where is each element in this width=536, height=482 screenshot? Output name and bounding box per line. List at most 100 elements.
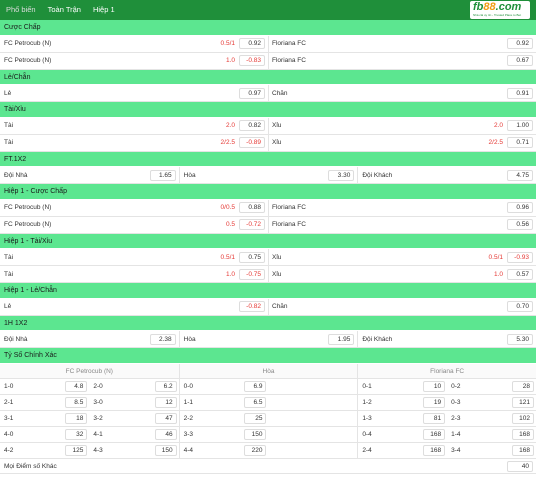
odds-button[interactable]: 0.57 (507, 268, 533, 280)
odds-button[interactable]: 0.70 (507, 301, 533, 312)
odds-button[interactable]: 168 (511, 445, 534, 457)
odds-button[interactable]: 10 (423, 380, 446, 392)
odds-button[interactable]: 0.91 (507, 87, 533, 99)
market-row: Tài 0.5/1 0.75 Xỉu 0.5/1 -0.93 (0, 249, 536, 266)
correct-score-group: 1-1 6.5 (178, 394, 358, 410)
odds-button[interactable]: 121 (511, 396, 534, 408)
odds-button[interactable]: -0.89 (239, 137, 265, 148)
odds-button[interactable]: 4.8 (65, 380, 88, 392)
market-row: FC Petrocub (N) 0.5 -0.72 Floriana FC 0.56 (0, 216, 536, 234)
odds-button[interactable]: 0.92 (239, 38, 265, 49)
odds-button[interactable]: 220 (244, 445, 267, 457)
score-cell: 2-2 25 (180, 411, 269, 426)
odds-button[interactable]: 5.30 (506, 333, 533, 345)
odds-button[interactable]: 6.2 (154, 380, 177, 392)
odds-button[interactable]: 4.75 (506, 169, 533, 181)
score-cell (268, 395, 357, 410)
selection-name: Lẻ (4, 89, 12, 97)
score-cell: 3-0 12 (89, 395, 178, 410)
section-header-h1_oddeven[interactable]: Hiệp 1 - Lẻ/Chẵn (0, 283, 536, 299)
odds-button[interactable]: 0.71 (507, 137, 533, 148)
handicap-line: 2.0 (493, 122, 503, 129)
correct-score-group: 0-4 168 1-4 168 (357, 427, 536, 443)
odds-button[interactable]: 2.38 (149, 333, 176, 345)
score-label: 4-2 (4, 447, 14, 455)
score-cell (268, 427, 357, 442)
odds-button[interactable]: 0.67 (507, 55, 533, 66)
score-label: 1-4 (451, 431, 461, 439)
odds-button[interactable]: 40 (507, 460, 533, 472)
tab-full-match[interactable]: Toàn Trận (42, 0, 87, 20)
correct-score-group: 1-2 19 0-3 121 (357, 394, 536, 410)
selection-home: FC Petrocub (N) 1.0 -0.83 (0, 53, 268, 69)
section-header-h1_1x2[interactable]: 1H 1X2 (0, 315, 536, 331)
section-header-oddeven[interactable]: Lẻ/Chẵn (0, 69, 536, 85)
section-header-handicap[interactable]: Cược Chấp (0, 20, 536, 36)
odds-button[interactable]: 0.82 (239, 120, 265, 131)
correct-score-group: 0-1 10 0-2 28 (357, 378, 536, 394)
odds-button[interactable]: 1.95 (328, 333, 355, 345)
score-label: 0-1 (362, 382, 372, 390)
selection-away: Floriana FC 0.56 (268, 216, 536, 233)
odds-button[interactable]: 125 (65, 445, 88, 457)
section-header-h1_overunder[interactable]: Hiệp 1 - Tài/Xỉu (0, 233, 536, 249)
selection-name: FC Petrocub (N) (4, 204, 52, 211)
selection-home: FC Petrocub (N) 0/0.5 0.88 (0, 200, 268, 216)
odds-button[interactable]: 6.9 (244, 380, 267, 392)
tab-popular[interactable]: Phổ biến (0, 0, 42, 20)
odds-button[interactable]: 168 (423, 429, 446, 441)
selection-name: Floriana FC (272, 221, 306, 228)
odds-button[interactable]: 1.65 (149, 169, 176, 181)
odds-button[interactable]: -0.72 (239, 219, 265, 230)
handicap-line: 0.5/1 (488, 253, 503, 261)
odds-button[interactable]: 25 (244, 412, 267, 424)
odds-button[interactable]: -0.82 (239, 301, 265, 312)
section-header-overunder[interactable]: Tài/Xỉu (0, 102, 536, 118)
odds-button[interactable]: 28 (511, 380, 534, 392)
score-cell: 2-4 168 (358, 443, 447, 458)
odds-button[interactable]: 6.5 (244, 396, 267, 408)
market-row: Đội Nhà 2.38 Hòa 1.95 Đội Khách 5.30 (0, 331, 536, 348)
correct-score-group: 1-3 81 2-3 102 (357, 410, 536, 427)
market-row: Tài 2.0 0.82 Xỉu 2.0 1.00 (0, 117, 536, 135)
section-header-ft1x2[interactable]: FT.1X2 (0, 151, 536, 167)
top-nav-bar: Phổ biến Toàn Trận Hiệp 1 fb88.com Nhà c… (0, 0, 536, 20)
section-header-h1_handicap[interactable]: Hiệp 1 - Cược Chấp (0, 184, 536, 200)
selection-name: Floriana FC (272, 40, 306, 47)
odds-button[interactable]: 0.75 (239, 251, 265, 263)
section-header-correct_score[interactable]: Tỷ Số Chính Xác (0, 348, 536, 364)
odds-button[interactable]: 3.30 (328, 169, 355, 181)
odds-button[interactable]: -0.75 (239, 268, 265, 280)
logo-tagline: Nhà cái uy tín - Trusted Place to Bet (473, 13, 522, 17)
selection-home: Tài 2/2.5 -0.89 (0, 135, 268, 151)
odds-button[interactable]: 46 (154, 429, 177, 441)
odds-button[interactable]: 168 (511, 429, 534, 441)
odds-button[interactable]: 18 (65, 412, 88, 424)
odds-button[interactable]: 19 (423, 396, 446, 408)
odds-button[interactable]: 0.96 (507, 202, 533, 213)
score-cell: 3-1 18 (0, 411, 89, 426)
odds-button[interactable]: 0.88 (239, 202, 265, 213)
odds-page: Phổ biến Toàn Trận Hiệp 1 fb88.com Nhà c… (0, 0, 536, 482)
odds-button[interactable]: 12 (154, 396, 177, 408)
odds-button[interactable]: 1.00 (507, 120, 533, 131)
odds-button[interactable]: 0.92 (507, 38, 533, 49)
odds-button[interactable]: 150 (154, 445, 177, 457)
selection-away: Xỉu 0.5/1 -0.93 (268, 249, 536, 265)
odds-button[interactable]: 8.5 (65, 396, 88, 408)
odds-button[interactable]: 168 (423, 445, 446, 457)
selection-home: FC Petrocub (N) 0.5 -0.72 (0, 217, 268, 233)
market-row: Đội Nhà 1.65 Hòa 3.30 Đội Khách 4.75 (0, 167, 536, 184)
odds-button[interactable]: -0.83 (239, 55, 265, 66)
odds-button[interactable]: 0.97 (239, 87, 265, 99)
tab-first-half[interactable]: Hiệp 1 (87, 0, 121, 20)
selection-name: Hòa (183, 335, 196, 343)
odds-button[interactable]: 47 (154, 412, 177, 424)
odds-button[interactable]: 150 (244, 429, 267, 441)
odds-button[interactable]: 32 (65, 429, 88, 441)
odds-button[interactable]: 0.56 (507, 219, 533, 230)
selection-away: Floriana FC 0.92 (268, 35, 536, 52)
odds-button[interactable]: 102 (511, 412, 534, 424)
odds-button[interactable]: 81 (423, 412, 446, 424)
odds-button[interactable]: -0.93 (507, 251, 533, 263)
